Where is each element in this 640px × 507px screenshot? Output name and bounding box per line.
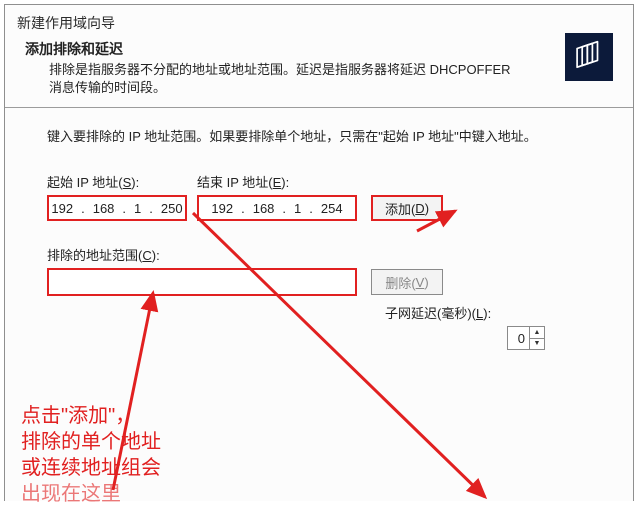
instruction-text: 键入要排除的 IP 地址范围。如果要排除单个地址，只需在"起始 IP 地址"中键… bbox=[47, 128, 591, 146]
annotation-line: 出现在这里 bbox=[21, 481, 161, 507]
page-description: 排除是指服务器不分配的地址或地址范围。延迟是指服务器将延迟 DHCPOFFER … bbox=[25, 59, 519, 107]
ip-octet: 1 bbox=[290, 201, 305, 216]
header-block: 添加排除和延迟 排除是指服务器不分配的地址或地址范围。延迟是指服务器将延迟 DH… bbox=[5, 35, 633, 107]
annotation-text: 点击"添加"， 排除的单个地址 或连续地址组会 出现在这里 bbox=[21, 403, 161, 507]
wizard-frame: 新建作用域向导 添加排除和延迟 排除是指服务器不分配的地址或地址范围。延迟是指服… bbox=[4, 4, 634, 501]
exclusion-list-label: 排除的地址范围(C): bbox=[47, 245, 591, 264]
end-ip-input[interactable]: 192. 168. 1. 254 bbox=[197, 195, 357, 221]
chevron-down-icon[interactable]: ▼ bbox=[530, 339, 544, 350]
annotation-line: 点击"添加"， bbox=[21, 403, 161, 429]
end-ip-label: 结束 IP 地址(E): bbox=[197, 172, 367, 191]
subnet-delay-spinner[interactable]: 0 ▲ ▼ bbox=[507, 326, 545, 350]
annotation-line: 或连续地址组会 bbox=[21, 455, 161, 481]
wizard-body: 键入要排除的 IP 地址范围。如果要排除单个地址，只需在"起始 IP 地址"中键… bbox=[5, 108, 633, 296]
ip-octet: 254 bbox=[317, 201, 347, 216]
page-heading: 添加排除和延迟 bbox=[25, 39, 613, 59]
chevron-up-icon[interactable]: ▲ bbox=[530, 327, 544, 339]
subnet-delay-block: 子网延迟(毫秒)(L): 0 ▲ ▼ bbox=[385, 303, 585, 350]
ip-octet: 168 bbox=[89, 201, 119, 216]
window-title: 新建作用域向导 bbox=[5, 5, 633, 35]
annotation-line: 排除的单个地址 bbox=[21, 429, 161, 455]
wizard-brand-icon bbox=[565, 33, 613, 81]
add-button[interactable]: 添加(D) bbox=[371, 195, 443, 221]
ip-octet: 192 bbox=[47, 201, 77, 216]
spinner-arrows[interactable]: ▲ ▼ bbox=[529, 327, 544, 349]
start-ip-input[interactable]: 192. 168. 1. 250 bbox=[47, 195, 187, 221]
ip-octet: 250 bbox=[157, 201, 187, 216]
delay-value: 0 bbox=[508, 331, 529, 346]
subnet-delay-label: 子网延迟(毫秒)(L): bbox=[385, 303, 585, 322]
ip-octet: 168 bbox=[249, 201, 279, 216]
remove-button[interactable]: 删除(V) bbox=[371, 269, 443, 295]
start-ip-label: 起始 IP 地址(S): bbox=[47, 172, 197, 191]
ip-octet: 192 bbox=[207, 201, 237, 216]
ip-octet: 1 bbox=[130, 201, 145, 216]
exclusion-list[interactable] bbox=[47, 268, 357, 296]
